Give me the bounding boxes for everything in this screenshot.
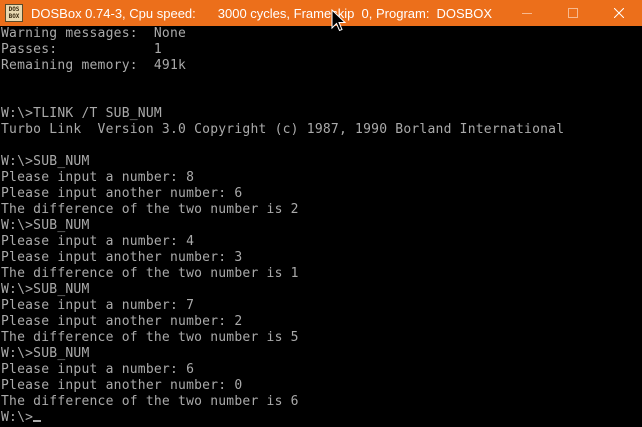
console-line: W:\>SUB_NUM xyxy=(1,154,90,169)
title-program-name: DOSBOX xyxy=(436,5,493,21)
console-line: Please input a number: 8 xyxy=(1,170,195,185)
console-line: Please input another number: 2 xyxy=(1,314,243,329)
maximize-icon xyxy=(568,8,578,18)
window-controls xyxy=(504,0,642,26)
console-line: W:\>TLINK /T SUB_NUM xyxy=(1,106,162,121)
minimize-icon xyxy=(522,13,532,14)
close-icon xyxy=(614,8,624,18)
console-line: Turbo Link Version 3.0 Copyright (c) 198… xyxy=(1,122,565,137)
console-line: The difference of the two number is 5 xyxy=(1,330,299,345)
title-cpu-info: 3000 cycles, Frameskip 0, Program: xyxy=(217,5,430,21)
console-line: Please input another number: 6 xyxy=(1,186,243,201)
dos-console[interactable]: Warning messages: None Passes: 1 Remaini… xyxy=(1,26,641,427)
minimize-button[interactable] xyxy=(504,0,550,26)
console-line: The difference of the two number is 2 xyxy=(1,202,299,217)
text-cursor xyxy=(33,420,42,422)
title-bar[interactable]: DOS BOX DOSBox 0.74-3, Cpu speed: 3000 c… xyxy=(0,0,642,32)
console-line: Passes: 1 xyxy=(1,42,162,57)
maximize-button[interactable] xyxy=(550,0,596,26)
console-line: W:\>SUB_NUM xyxy=(1,218,90,233)
dosbox-app-icon[interactable]: DOS BOX xyxy=(5,4,23,22)
close-button[interactable] xyxy=(596,0,642,26)
console-line: W:\>SUB_NUM xyxy=(1,346,90,361)
title-app-info: DOSBox 0.74-3, Cpu speed: xyxy=(31,5,196,21)
console-line: The difference of the two number is 6 xyxy=(1,394,299,409)
console-line: W:\>SUB_NUM xyxy=(1,282,90,297)
prompt-text: W:\> xyxy=(1,410,34,425)
console-line: The difference of the two number is 1 xyxy=(1,266,299,281)
console-line: Please input a number: 4 xyxy=(1,234,195,249)
console-line: Warning messages: None xyxy=(1,26,187,41)
console-line: Please input another number: 0 xyxy=(1,378,243,393)
console-line: Please input a number: 7 xyxy=(1,298,195,313)
console-line: Please input a number: 6 xyxy=(1,362,195,377)
console-line: Please input another number: 3 xyxy=(1,250,243,265)
command-prompt[interactable]: W:\> xyxy=(1,410,641,426)
console-line: Remaining memory: 491k xyxy=(1,58,187,73)
dosbox-window: DOS BOX DOSBox 0.74-3, Cpu speed: 3000 c… xyxy=(0,0,642,427)
